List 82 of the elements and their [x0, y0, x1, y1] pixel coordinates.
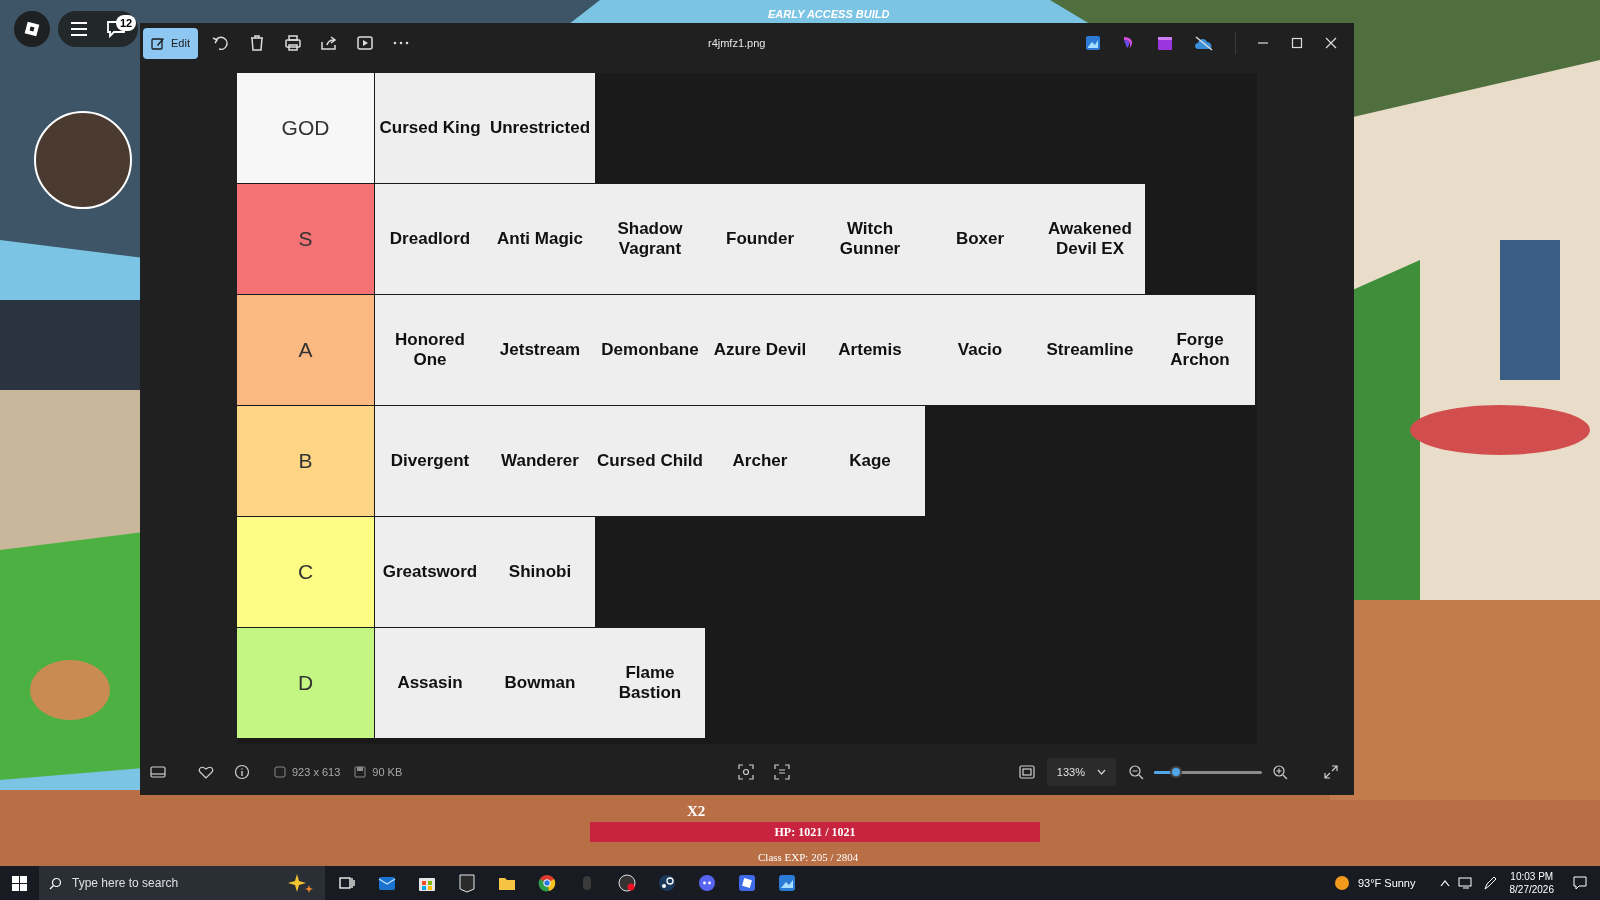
- search-icon: [49, 877, 62, 890]
- tier-item: Kage: [815, 406, 925, 516]
- pen-icon[interactable]: [1481, 875, 1498, 891]
- zoom-dropdown[interactable]: 133%: [1046, 758, 1116, 786]
- tier-label: GOD: [237, 73, 375, 183]
- launcher-app-icon[interactable]: [457, 873, 477, 893]
- chat-app-icon[interactable]: [697, 873, 717, 893]
- image-dimensions: 923 x 613: [292, 764, 341, 780]
- game-app-icon[interactable]: [737, 873, 757, 893]
- notification-badge: 12: [116, 15, 137, 31]
- tier-label: S: [237, 184, 375, 294]
- tier-item: Shinobi: [485, 517, 595, 627]
- face-scan-icon[interactable]: [738, 764, 755, 780]
- tier-item: Archer: [705, 406, 815, 516]
- tier-item: Awakened Devil EX: [1035, 184, 1145, 294]
- file-size: 90 KB: [372, 764, 403, 780]
- tier-label: C: [237, 517, 375, 627]
- tier-item: Vacio: [925, 295, 1035, 405]
- tier-item: Divergent: [375, 406, 485, 516]
- tier-item: Greatsword: [375, 517, 485, 627]
- cloud-off-icon[interactable]: [1193, 35, 1215, 51]
- edit-image-icon: [151, 36, 165, 50]
- tier-item: Streamline: [1035, 295, 1145, 405]
- file-size-icon: [354, 766, 367, 778]
- tier-item: Wanderer: [485, 406, 595, 516]
- tier-item: Cursed King: [375, 73, 485, 183]
- tier-label: A: [237, 295, 375, 405]
- tier-item: Demonbane: [595, 295, 705, 405]
- window-title: r4jmfz1.png: [707, 35, 766, 51]
- recording-app-icon[interactable]: [617, 873, 637, 893]
- steam-app-icon[interactable]: [657, 873, 677, 893]
- chevron-up-icon[interactable]: [1439, 879, 1450, 887]
- build-label: EARLY ACCESS BUILD: [768, 8, 890, 20]
- search-field[interactable]: Type here to search: [39, 866, 325, 900]
- clapper-icon[interactable]: [1157, 35, 1173, 51]
- menu-icon[interactable]: [70, 21, 88, 37]
- tier-item: Witch Gunner: [815, 184, 925, 294]
- tier-label: B: [237, 406, 375, 516]
- text-scan-icon[interactable]: [774, 764, 791, 780]
- health-bar: HP: 1021 / 1021: [590, 822, 1040, 842]
- notifications-icon[interactable]: [1572, 875, 1588, 891]
- tier-item: Honored One: [375, 295, 485, 405]
- tier-item: Jetstream: [485, 295, 595, 405]
- sun-icon: [1333, 875, 1350, 891]
- browser-app-icon[interactable]: [537, 873, 557, 893]
- tier-item: Anti Magic: [485, 184, 595, 294]
- tier-item: Artemis: [815, 295, 925, 405]
- tier-item: Dreadlord: [375, 184, 485, 294]
- image-icon[interactable]: [1085, 35, 1101, 51]
- clock-time[interactable]: 10:03 PM: [1510, 870, 1554, 883]
- slider-thumb[interactable]: [1169, 766, 1182, 778]
- zoom-in-icon[interactable]: [1272, 764, 1288, 780]
- edit-button[interactable]: Edit: [143, 27, 198, 59]
- windows-start-icon[interactable]: [12, 875, 27, 891]
- info-icon[interactable]: [234, 764, 250, 780]
- heart-icon[interactable]: [198, 765, 214, 779]
- tier-item: Forge Archon: [1145, 295, 1255, 405]
- close-icon[interactable]: [1324, 36, 1338, 50]
- multiplier-label: X2: [687, 802, 706, 821]
- tier-item: Azure Devil: [705, 295, 815, 405]
- tier-item: Cursed Child: [595, 406, 705, 516]
- class-exp-text: Class EXP: 205 / 2804: [758, 851, 859, 864]
- zoom-slider[interactable]: [1154, 766, 1262, 778]
- tier-item: Unrestricted: [485, 73, 595, 183]
- tier-label: D: [237, 628, 375, 738]
- tier-item: Flame Bastion: [595, 628, 705, 738]
- tier-item: Assasin: [375, 628, 485, 738]
- tier-item: Founder: [705, 184, 815, 294]
- tier-item: Shadow Vagrant: [595, 184, 705, 294]
- zoom-out-icon[interactable]: [1128, 764, 1144, 780]
- network-icon[interactable]: [1457, 876, 1474, 890]
- fit-to-window-icon[interactable]: [1018, 764, 1035, 780]
- photos-app-icon[interactable]: [777, 873, 797, 893]
- chevron-down-icon: [1097, 769, 1106, 775]
- full-screen-icon[interactable]: [1324, 765, 1338, 779]
- maximize-icon[interactable]: [1290, 36, 1304, 50]
- clock-date[interactable]: 8/27/2026: [1509, 883, 1554, 896]
- dimensions-icon: [274, 766, 286, 778]
- tier-item: Bowman: [485, 628, 595, 738]
- tier-item: Boxer: [925, 184, 1035, 294]
- weather-text[interactable]: 93°F Sunny: [1357, 874, 1416, 892]
- filmstrip-icon[interactable]: [150, 765, 166, 779]
